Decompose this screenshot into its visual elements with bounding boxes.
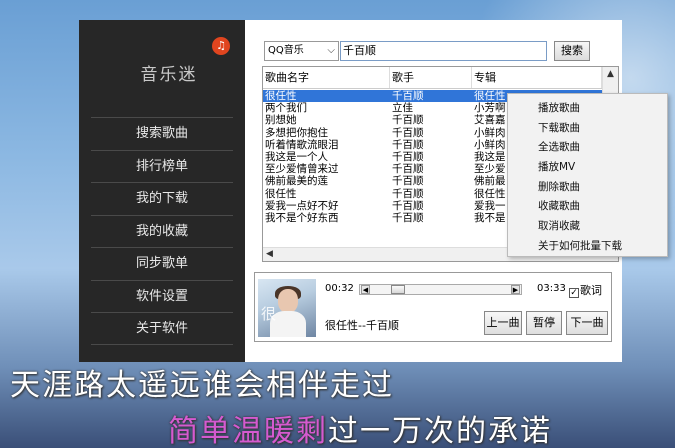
cover-mark: 很 bbox=[261, 305, 277, 323]
song-name-cell: 听着情歌流眼泪 bbox=[265, 138, 339, 151]
song-name-cell: 两个我们 bbox=[265, 102, 307, 115]
current-time: 00:32 bbox=[325, 283, 354, 294]
singer-cell: 千百顺 bbox=[392, 199, 424, 212]
source-select-value: QQ音乐 bbox=[268, 45, 304, 56]
song-name-cell: 我这是一个人 bbox=[265, 150, 328, 163]
singer-cell: 千百顺 bbox=[392, 187, 424, 200]
app-title: 音乐迷 bbox=[140, 65, 198, 85]
scroll-up-icon[interactable]: ▲ bbox=[603, 67, 618, 81]
now-playing-title: 很任性--千百顺 bbox=[325, 319, 399, 332]
lyrics-checkbox[interactable]: ✓ 歌词 bbox=[569, 282, 602, 298]
album-cover: 很 bbox=[258, 279, 316, 337]
seek-right-icon[interactable]: ▶ bbox=[511, 285, 520, 294]
sidebar-item-settings[interactable]: 软件设置 bbox=[91, 279, 233, 313]
menu-item-play[interactable]: 播放歌曲 bbox=[508, 99, 667, 119]
singer-cell: 千百顺 bbox=[392, 126, 424, 139]
seek-left-icon[interactable]: ◀ bbox=[361, 285, 370, 294]
menu-item-select-all[interactable]: 全选歌曲 bbox=[508, 138, 667, 158]
search-input[interactable]: 千百顺 bbox=[340, 41, 547, 61]
search-button[interactable]: 搜索 bbox=[554, 41, 590, 61]
chevron-down-icon: ⌵ bbox=[327, 45, 335, 56]
sidebar-item-charts[interactable]: 排行榜单 bbox=[91, 149, 233, 183]
song-name-cell: 多想把你抱住 bbox=[265, 126, 328, 139]
sidebar: ♫ 音乐迷 搜索歌曲 排行榜单 我的下载 我的收藏 同步歌单 软件设置 关于软件 bbox=[79, 20, 245, 362]
song-name-cell: 我不是个好东西 bbox=[265, 211, 339, 224]
singer-cell: 千百顺 bbox=[392, 163, 424, 176]
sidebar-item-about[interactable]: 关于软件 bbox=[91, 312, 233, 345]
song-name-cell: 别想她 bbox=[265, 114, 297, 127]
song-name-cell: 很任性 bbox=[265, 90, 297, 102]
seek-thumb[interactable] bbox=[390, 285, 405, 294]
menu-item-download[interactable]: 下载歌曲 bbox=[508, 119, 667, 139]
singer-cell: 千百顺 bbox=[392, 90, 424, 102]
total-time: 03:33 bbox=[537, 283, 566, 294]
singer-cell: 千百顺 bbox=[392, 211, 424, 224]
player-panel: 很 00:32 ◀ ▶ 03:33 ✓ 歌词 很任性--千百顺 上一曲 暂停 下一… bbox=[254, 272, 612, 342]
sidebar-item-sync-playlist[interactable]: 同步歌单 bbox=[91, 247, 233, 280]
singer-cell: 千百顺 bbox=[392, 138, 424, 151]
song-name-cell: 佛前最美的莲 bbox=[265, 175, 328, 188]
lyrics-label: 歌词 bbox=[580, 284, 602, 297]
song-name-cell: 很任性 bbox=[265, 187, 297, 200]
singer-cell: 千百顺 bbox=[392, 114, 424, 127]
menu-item-favorite[interactable]: 收藏歌曲 bbox=[508, 197, 667, 217]
song-name-cell: 爱我一点好不好 bbox=[265, 199, 339, 212]
source-select[interactable]: QQ音乐 ⌵ bbox=[264, 41, 339, 61]
menu-item-delete[interactable]: 删除歌曲 bbox=[508, 178, 667, 198]
lyric-line-2-rest: 过一万次的承诺 bbox=[328, 414, 552, 448]
seek-slider[interactable]: ◀ ▶ bbox=[359, 284, 522, 295]
singer-cell: 千百顺 bbox=[392, 150, 424, 163]
music-note-icon: ♫ bbox=[212, 37, 230, 55]
list-header: 歌曲名字 歌手 专辑 bbox=[263, 67, 618, 89]
singer-cell: 千百顺 bbox=[392, 175, 424, 188]
cover-face bbox=[278, 289, 298, 313]
lyric-line-1: 天涯路太遥远谁会相伴走过 bbox=[10, 368, 394, 403]
sidebar-nav: 搜索歌曲 排行榜单 我的下载 我的收藏 同步歌单 软件设置 关于软件 bbox=[91, 117, 233, 345]
menu-item-play-mv[interactable]: 播放MV bbox=[508, 158, 667, 178]
sidebar-item-my-downloads[interactable]: 我的下载 bbox=[91, 182, 233, 215]
menu-item-unfavorite[interactable]: 取消收藏 bbox=[508, 217, 667, 237]
column-header-song-name[interactable]: 歌曲名字 bbox=[263, 67, 390, 88]
song-name-cell: 至少爱情曾来过 bbox=[265, 163, 339, 176]
sidebar-item-search-songs[interactable]: 搜索歌曲 bbox=[91, 117, 233, 150]
lyric-line-2-highlight: 简单温暖剩 bbox=[168, 414, 328, 448]
column-header-singer[interactable]: 歌手 bbox=[390, 67, 472, 88]
context-menu: 播放歌曲 下载歌曲 全选歌曲 播放MV 删除歌曲 收藏歌曲 取消收藏 关于如何批… bbox=[507, 93, 668, 257]
singer-cell: 立佳 bbox=[392, 102, 413, 115]
next-button[interactable]: 下一曲 bbox=[566, 311, 608, 335]
checkbox-check-icon[interactable]: ✓ bbox=[569, 288, 579, 298]
column-header-album[interactable]: 专辑 bbox=[472, 67, 602, 88]
previous-button[interactable]: 上一曲 bbox=[484, 311, 522, 335]
sidebar-item-my-favorites[interactable]: 我的收藏 bbox=[91, 214, 233, 248]
menu-item-batch-download-help[interactable]: 关于如何批量下载 bbox=[508, 237, 667, 257]
search-bar: QQ音乐 ⌵ 千百顺 搜索 bbox=[264, 41, 590, 61]
pause-button[interactable]: 暂停 bbox=[526, 311, 562, 335]
lyric-line-2: 简单温暖剩过一万次的承诺 bbox=[168, 406, 552, 448]
